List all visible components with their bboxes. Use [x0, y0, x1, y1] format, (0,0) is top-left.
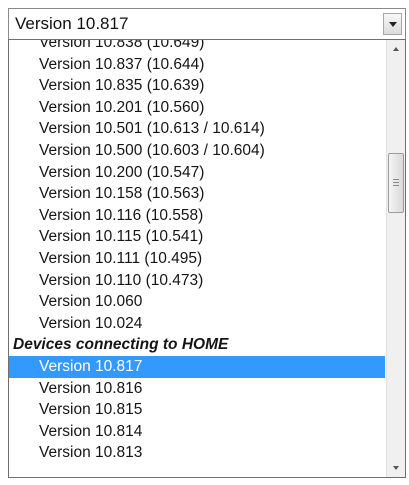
option-item[interactable]: Version 10.501 (10.613 / 10.614) — [9, 118, 385, 140]
scroll-down-button[interactable] — [387, 459, 405, 477]
dropdown-toggle-button[interactable] — [383, 13, 402, 35]
option-item[interactable]: Version 10.815 — [9, 399, 385, 421]
option-item[interactable]: Version 10.115 (10.541) — [9, 226, 385, 248]
option-group-header: Devices connecting to HOME — [13, 336, 229, 354]
selected-version-value: Version 10.817 — [15, 14, 129, 33]
option-item[interactable]: Version 10.814 — [9, 421, 385, 443]
option-item[interactable]: Version 10.838 (10.649) — [9, 40, 385, 54]
dropdown-scrollbar[interactable] — [386, 40, 405, 477]
option-item[interactable]: Version 10.116 (10.558) — [9, 205, 385, 227]
scroll-thumb[interactable] — [388, 153, 404, 213]
version-combobox[interactable]: Version 10.817 Version 10.838 (10.649) Ve… — [8, 8, 406, 478]
option-item[interactable]: Version 10.158 (10.563) — [9, 183, 385, 205]
version-select-field[interactable]: Version 10.817 — [8, 8, 406, 40]
thumb-grip-line — [393, 179, 399, 180]
scroll-up-arrow-icon — [393, 47, 399, 51]
option-item[interactable]: Version 10.813 — [9, 442, 385, 464]
version-dropdown-list[interactable]: Version 10.838 (10.649) Version 10.837 (1… — [8, 39, 406, 478]
chevron-down-icon — [389, 22, 397, 27]
option-item-selected[interactable]: Version 10.817 — [9, 355, 385, 378]
option-item[interactable]: Version 10.500 (10.603 / 10.604) — [9, 140, 385, 162]
thumb-grip-line — [393, 182, 399, 183]
scroll-up-button[interactable] — [387, 40, 405, 58]
option-item[interactable]: Version 10.837 (10.644) — [9, 54, 385, 76]
version-options: Version 10.838 (10.649) Version 10.837 (1… — [9, 40, 385, 464]
option-item[interactable]: Version 10.060 — [9, 291, 385, 313]
scroll-down-arrow-icon — [393, 466, 399, 470]
option-item[interactable]: Version 10.200 (10.547) — [9, 162, 385, 184]
option-item[interactable]: Version 10.816 — [9, 378, 385, 400]
option-item[interactable]: Version 10.024 — [9, 313, 385, 335]
option-item[interactable]: Version 10.111 (10.495) — [9, 248, 385, 270]
option-item[interactable]: Version 10.201 (10.560) — [9, 97, 385, 119]
option-item[interactable]: Version 10.835 (10.639) — [9, 75, 385, 97]
thumb-grip-line — [393, 185, 399, 186]
option-item[interactable]: Version 10.110 (10.473) — [9, 270, 385, 292]
